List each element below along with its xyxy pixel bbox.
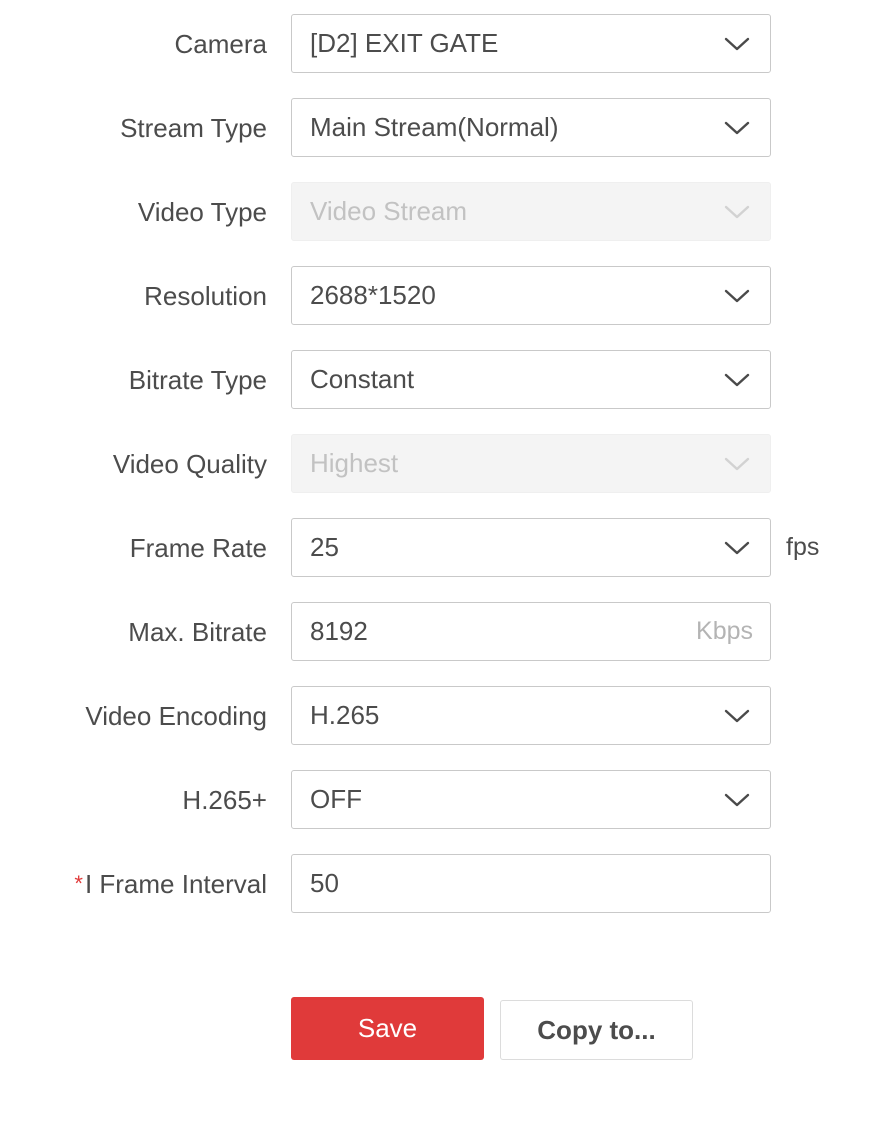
camera-value: [D2] EXIT GATE — [310, 15, 710, 72]
form-row-video-quality: Video Quality Highest — [0, 434, 886, 494]
label-max-bitrate: Max. Bitrate — [0, 602, 267, 662]
stream-type-value: Main Stream(Normal) — [310, 99, 710, 156]
label-bitrate-type: Bitrate Type — [0, 350, 267, 410]
form-row-video-type: Video Type Video Stream — [0, 182, 886, 242]
max-bitrate-input[interactable]: 8192Kbps — [291, 602, 771, 661]
form-row-stream-type: Stream Type Main Stream(Normal) — [0, 98, 886, 158]
chevron-down-icon — [722, 183, 752, 240]
chevron-down-icon[interactable] — [722, 99, 752, 156]
form-row-bitrate-type: Bitrate Type Constant — [0, 350, 886, 410]
chevron-down-icon[interactable] — [722, 267, 752, 324]
resolution-select[interactable]: 2688*1520 — [291, 266, 771, 325]
i-frame-interval-value: 50 — [310, 855, 752, 912]
form-row-resolution: Resolution 2688*1520 — [0, 266, 886, 326]
video-quality-value: Highest — [310, 435, 710, 492]
camera-select[interactable]: [D2] EXIT GATE — [291, 14, 771, 73]
save-button[interactable]: Save — [291, 997, 484, 1060]
form-row-i-frame-interval: *I Frame Interval 50 — [0, 854, 886, 914]
label-h265-plus: H.265+ — [0, 770, 267, 830]
required-asterisk: * — [74, 871, 83, 896]
chevron-down-icon — [722, 435, 752, 492]
frame-rate-unit-label: fps — [786, 518, 819, 577]
bitrate-type-select[interactable]: Constant — [291, 350, 771, 409]
form-row-frame-rate: Frame Rate 25 fps — [0, 518, 886, 578]
form-row-video-encoding: Video Encoding H.265 — [0, 686, 886, 746]
label-resolution: Resolution — [0, 266, 267, 326]
max-bitrate-value: 8192 — [310, 603, 752, 660]
video-quality-select: Highest — [291, 434, 771, 493]
video-encoding-value: H.265 — [310, 687, 710, 744]
label-text: I Frame Interval — [85, 869, 267, 899]
form-row-max-bitrate: Max. Bitrate 8192Kbps — [0, 602, 886, 662]
stream-type-select[interactable]: Main Stream(Normal) — [291, 98, 771, 157]
label-camera: Camera — [0, 14, 267, 74]
chevron-down-icon[interactable] — [722, 15, 752, 72]
form-row-h265-plus: H.265+ OFF — [0, 770, 886, 830]
form-actions: Save Copy to... — [0, 997, 886, 1067]
label-frame-rate: Frame Rate — [0, 518, 267, 578]
h265-plus-value: OFF — [310, 771, 710, 828]
video-encoding-select[interactable]: H.265 — [291, 686, 771, 745]
chevron-down-icon[interactable] — [722, 519, 752, 576]
chevron-down-icon[interactable] — [722, 771, 752, 828]
video-type-select: Video Stream — [291, 182, 771, 241]
label-stream-type: Stream Type — [0, 98, 267, 158]
resolution-value: 2688*1520 — [310, 267, 710, 324]
chevron-down-icon[interactable] — [722, 687, 752, 744]
label-i-frame-interval: *I Frame Interval — [0, 854, 267, 914]
label-video-type: Video Type — [0, 182, 267, 242]
frame-rate-value: 25 — [310, 519, 710, 576]
bitrate-type-value: Constant — [310, 351, 710, 408]
copy-to-button[interactable]: Copy to... — [500, 1000, 693, 1060]
video-type-value: Video Stream — [310, 183, 710, 240]
max-bitrate-unit-suffix: Kbps — [696, 603, 753, 660]
label-video-encoding: Video Encoding — [0, 686, 267, 746]
i-frame-interval-input[interactable]: 50 — [291, 854, 771, 913]
label-video-quality: Video Quality — [0, 434, 267, 494]
h265-plus-select[interactable]: OFF — [291, 770, 771, 829]
chevron-down-icon[interactable] — [722, 351, 752, 408]
form-row-camera: Camera [D2] EXIT GATE — [0, 14, 886, 74]
frame-rate-select[interactable]: 25 — [291, 518, 771, 577]
